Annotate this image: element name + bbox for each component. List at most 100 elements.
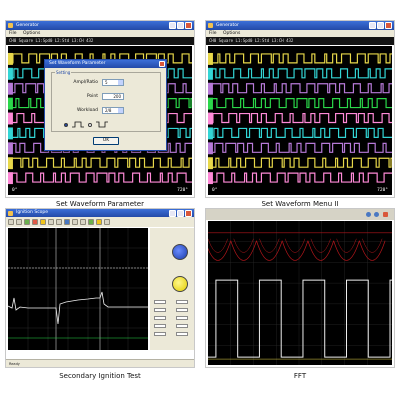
channel-marker [208, 157, 213, 170]
workload-value: 2/8 [105, 108, 112, 113]
fft-lobe [233, 238, 254, 253]
open-icon[interactable] [8, 219, 14, 225]
window-titlebar: Generator [6, 21, 194, 30]
window-title: Generator [216, 23, 239, 28]
close-button[interactable] [185, 210, 192, 217]
fft-lobe [362, 238, 383, 253]
zoom-out-icon[interactable] [56, 219, 62, 225]
ok-button[interactable]: OK [93, 137, 119, 145]
channel-a-icon[interactable] [88, 219, 94, 225]
trigger-icon[interactable] [40, 219, 46, 225]
fft-lobe [284, 238, 306, 253]
logic-trace-line [208, 127, 392, 138]
channel-marker [8, 157, 13, 170]
channel-marker [208, 172, 213, 185]
setting-field-3[interactable] [154, 308, 166, 312]
pulse-high-icon [72, 121, 84, 128]
fft-lobe [207, 238, 229, 253]
chevron-down-icon [118, 80, 123, 85]
settings-icon[interactable] [374, 212, 379, 217]
setting-field-4[interactable] [176, 308, 188, 312]
fft-lobe [256, 240, 283, 261]
menu-bar: File Options [206, 30, 394, 37]
channel-marker [208, 127, 213, 140]
menu-file[interactable]: File [9, 31, 17, 36]
help-icon[interactable] [104, 219, 110, 225]
fft-traces [204, 221, 392, 365]
shape-radio-pulse-low[interactable] [88, 122, 92, 127]
logic-trace-line [208, 112, 392, 124]
window-title: Ignition Scope [16, 210, 49, 215]
close-icon[interactable] [383, 212, 388, 217]
setting-field-10[interactable] [176, 332, 188, 336]
degree-start-label: 0° [12, 188, 18, 193]
fft-display [204, 221, 392, 365]
setting-field-6[interactable] [176, 316, 188, 320]
minimize-button[interactable] [369, 22, 376, 29]
app-icon [8, 23, 13, 28]
maximize-button[interactable] [177, 22, 184, 29]
channel-marker [8, 172, 13, 185]
window-title: Generator [16, 23, 39, 28]
dialog-close-button[interactable] [159, 61, 165, 67]
maximize-button[interactable] [377, 22, 384, 29]
close-button[interactable] [385, 22, 392, 29]
waveform-shape-options [64, 121, 108, 128]
ignition-trace-display [7, 228, 148, 350]
fft-lobe [281, 240, 309, 261]
minimize-button[interactable] [169, 210, 176, 217]
channel-b-icon[interactable] [96, 219, 102, 225]
close-button[interactable] [185, 22, 192, 29]
channel-marker [208, 97, 213, 110]
stop-icon[interactable] [32, 219, 38, 225]
logic-trace-line [208, 98, 392, 109]
ignition-scope-window: Ignition Scope Ready [5, 208, 195, 368]
setting-field-8[interactable] [176, 324, 188, 328]
channel-b-knob[interactable] [172, 276, 188, 292]
setting-group-label: Setting [55, 70, 72, 75]
shape-radio-pulse-high[interactable] [64, 122, 68, 127]
logic-trace-line [8, 157, 192, 168]
cursor-icon[interactable] [64, 219, 70, 225]
fft-lobe [307, 240, 334, 261]
menu-bar: File Options [6, 30, 194, 37]
print-icon[interactable] [72, 219, 78, 225]
setting-field-1[interactable] [154, 300, 166, 304]
pulse-low-icon [96, 121, 108, 128]
channel-marker [8, 67, 13, 80]
ampl-value: 5 [105, 80, 108, 85]
square-wave-trace [208, 279, 392, 358]
menu-file[interactable]: File [209, 31, 217, 36]
channel-marker [8, 97, 13, 110]
waveform-menu-window: Generator File Options CH0 Square L1:Spd… [205, 20, 395, 198]
setting-field-9[interactable] [154, 332, 166, 336]
setting-field-5[interactable] [154, 316, 166, 320]
run-icon[interactable] [24, 219, 30, 225]
fft-lobe [336, 238, 357, 253]
channel-marker [208, 67, 213, 80]
chevron-down-icon [118, 108, 123, 113]
workload-row: Workload 2/8 [52, 107, 162, 115]
point-label: Point [86, 94, 98, 99]
logic-trace-line [208, 142, 392, 153]
settings-icon[interactable] [80, 219, 86, 225]
setting-field-2[interactable] [176, 300, 188, 304]
menu-options[interactable]: Options [223, 31, 240, 36]
fft-toolbar [206, 209, 394, 220]
ampl-select[interactable]: 5 [102, 79, 124, 86]
channel-a-knob[interactable] [172, 244, 188, 260]
caption-waveform-menu: Set Waveform Menu II [261, 200, 339, 208]
status-bar: Ready [6, 359, 194, 367]
maximize-button[interactable] [177, 210, 184, 217]
logic-trace-display: 0° 720° [208, 46, 392, 195]
channel-marker [8, 127, 13, 140]
save-icon[interactable] [16, 219, 22, 225]
minimize-button[interactable] [169, 22, 176, 29]
setting-field-7[interactable] [154, 324, 166, 328]
workload-select[interactable]: 2/8 [102, 107, 124, 114]
zoom-in-icon[interactable] [48, 219, 54, 225]
info-icon[interactable] [366, 212, 371, 217]
menu-options[interactable]: Options [23, 31, 40, 36]
channel-marker [208, 112, 213, 125]
point-input[interactable]: 200 [102, 93, 124, 100]
